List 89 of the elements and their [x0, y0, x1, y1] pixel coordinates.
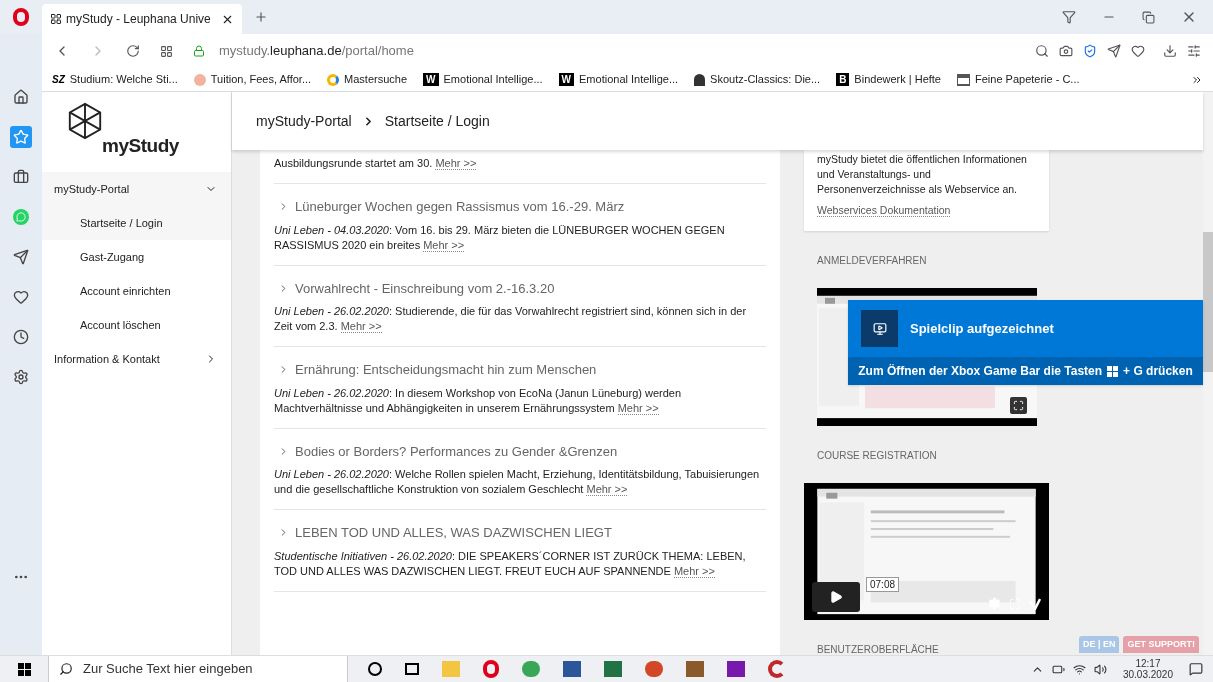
tab-title: myStudy - Leuphana Unive: [66, 11, 212, 28]
camera-icon[interactable]: [1059, 44, 1073, 58]
heart-icon[interactable]: [1131, 44, 1145, 58]
submenu-item[interactable]: Startseite / Login: [42, 206, 231, 240]
bookmark-link[interactable]: Skoutz-Classics: Die...: [694, 71, 821, 88]
menu-item[interactable]: myStudy-Portal: [42, 172, 231, 206]
breadcrumb-current: Startseite / Login: [384, 111, 490, 131]
news-text: Uni Leben - 26.02.2020: Studierende, die für das Vorwahlrecht registriert sind, können sich in der Zeit vom 2.3. Mehr >>: [274, 304, 748, 334]
app-icon[interactable]: [522, 661, 540, 677]
cube-logo: [66, 102, 104, 140]
bookmark-logo: W: [423, 73, 439, 86]
news-title[interactable]: LEBEN TOD UND ALLES, WAS DAZWISCHEN LIEGT: [295, 523, 612, 543]
play-button[interactable]: [812, 582, 860, 612]
notification-title: Spielclip aufgezeichnet: [910, 319, 1054, 338]
home-icon: [13, 89, 29, 105]
url-text: mystudy.leuphana.de/portal/home: [219, 42, 414, 61]
play-icon: [829, 590, 843, 604]
news-title[interactable]: Ernährung: Entscheidungsmacht hin zum Menschen: [295, 360, 597, 380]
bookmark-link[interactable]: Tuition, Fees, Affor...: [193, 71, 312, 88]
v-logo-icon[interactable]: [1029, 597, 1041, 610]
more-link[interactable]: Mehr >>: [435, 157, 477, 170]
new-tab-icon[interactable]: [254, 10, 268, 24]
tab-menu-icon[interactable]: [1062, 10, 1076, 24]
wifi-icon[interactable]: [1072, 662, 1086, 676]
section-heading: COURSE REGISTRATION: [817, 449, 938, 463]
breadcrumb-link[interactable]: myStudy-Portal: [256, 110, 352, 132]
bookmark-logo: B: [836, 73, 850, 86]
bookmark-link[interactable]: Mastersuche: [327, 71, 408, 88]
clock[interactable]: 12:17 30.03.2020: [1122, 657, 1173, 681]
more-link[interactable]: Mehr >>: [617, 401, 659, 415]
time-tooltip: 07:08: [866, 577, 900, 592]
news-title[interactable]: Lüneburger Wochen gegen Rassismus vom 16.-29. März: [295, 197, 625, 217]
building-icon: [957, 73, 970, 86]
news-text: Studentische Initiativen - 26.02.2020: DIE SPEAKERS´CORNER IST ZURÜCK THEMA: LEBEN, TOD UND ALLES WAS DAZWISCHEN LIEGT. FREUT EUCH AUF SPANNENDE Mehr >>: [274, 548, 747, 579]
restore-icon[interactable]: [1142, 10, 1155, 24]
ring-icon[interactable]: [483, 660, 499, 678]
more-link[interactable]: Mehr >>: [340, 320, 382, 333]
news-text: Uni Leben - 26.02.2020: Welche Rollen spielen Macht, Erziehung, Identitätsbildung, Tabuisierungen und die gesellschaftliche Konstruktion von sozialem Geschlecht Mehr >>: [274, 467, 761, 497]
shield-icon[interactable]: [1083, 44, 1097, 58]
news-title[interactable]: Vorwahlrecht - Einschreibung vom 2.-16.3.20: [295, 278, 555, 298]
reload-icon[interactable]: [126, 44, 140, 58]
monitor-icon: [872, 321, 887, 336]
windows-key-icon: [1107, 365, 1119, 377]
address-field[interactable]: mystudy.leuphana.de/portal/home: [193, 41, 1015, 61]
more-link[interactable]: Mehr >>: [586, 483, 628, 496]
tab-favicon-icon: [50, 13, 62, 25]
info-text: myStudy bietet die öffentlichen Informationen und Veranstaltungs- und Personenverzeichnisse als Webservice an.: [817, 152, 1028, 197]
brand-name: myStudy: [102, 133, 179, 158]
section-heading: ANMELDEVERFAHREN: [817, 254, 928, 268]
fullscreen-button[interactable]: [1010, 397, 1027, 414]
news-title[interactable]: Bodies or Borders? Performances zu Gender &Grenzen: [295, 441, 618, 461]
notification-text: Zum Öffnen der Xbox Game Bar die Tasten: [858, 363, 1103, 380]
more-link[interactable]: Mehr >>: [423, 238, 465, 252]
news-text: Uni Leben - 26.02.2020: In diesem Workshop von EcoNa (Janun Lüneburg) werden Machtverhältnisse und Abhängigkeiten in unserem Ernährungssystem Mehr >>: [274, 385, 683, 416]
cortana-icon[interactable]: [368, 662, 382, 676]
news-text: Ausbildungsrunde startet am 30. Mehr >>: [274, 150, 766, 184]
send-icon[interactable]: [1107, 44, 1121, 58]
bookmark-logo: W: [558, 73, 575, 86]
bookmark-link[interactable]: W Emotional Intellige...: [558, 71, 679, 88]
more-link[interactable]: Mehr >>: [673, 564, 715, 578]
bookmark-link[interactable]: B Bindewerk | Hefte: [836, 71, 941, 88]
bookmark-link[interactable]: SZ Studium: Welche Sti...: [52, 71, 178, 88]
task-view-icon[interactable]: [405, 663, 419, 675]
bookmark-link[interactable]: Feine Papeterie - C...: [957, 71, 1080, 88]
volume-icon[interactable]: [1093, 662, 1107, 676]
crescent-icon: [327, 73, 340, 86]
section-heading: BENUTZEROBERFLÄCHE: [817, 643, 940, 657]
bookmark-logo: SZ: [52, 73, 65, 87]
app-icon[interactable]: [645, 661, 663, 677]
scrollbar-thumb[interactable]: [1203, 232, 1213, 372]
heart-icon: [13, 289, 29, 305]
lock-icon: [193, 45, 205, 57]
clock-icon: [13, 329, 29, 345]
briefcase-icon: [13, 169, 29, 185]
download-icon[interactable]: [1163, 44, 1177, 58]
notification-text: + G drücken: [1123, 363, 1193, 380]
send-icon: [13, 249, 29, 265]
chat-bubble-icon: [13, 209, 29, 225]
browser-tab[interactable]: myStudy - Leuphana Unive: [42, 4, 242, 34]
docs-link[interactable]: Webservices Dokumentation: [817, 204, 951, 217]
speed-dial-icon[interactable]: [160, 44, 173, 58]
zoom-icon[interactable]: [1035, 44, 1049, 58]
taskbar-search-field[interactable]: Zur Suche Text hier eingeben: [48, 656, 348, 682]
browser-logo[interactable]: [13, 8, 29, 26]
bookmark-link[interactable]: W Emotional Intellige...: [423, 71, 543, 88]
star-icon: [13, 129, 29, 145]
search-icon: [59, 662, 73, 676]
news-text: Uni Leben - 04.03.2020: Vom 16. bis 29. März bieten die LÜNEBURGER WOCHEN GEGEN RASSISMUS 2020 ein breites Mehr >>: [274, 222, 726, 253]
notification-icon[interactable]: [1189, 662, 1203, 676]
